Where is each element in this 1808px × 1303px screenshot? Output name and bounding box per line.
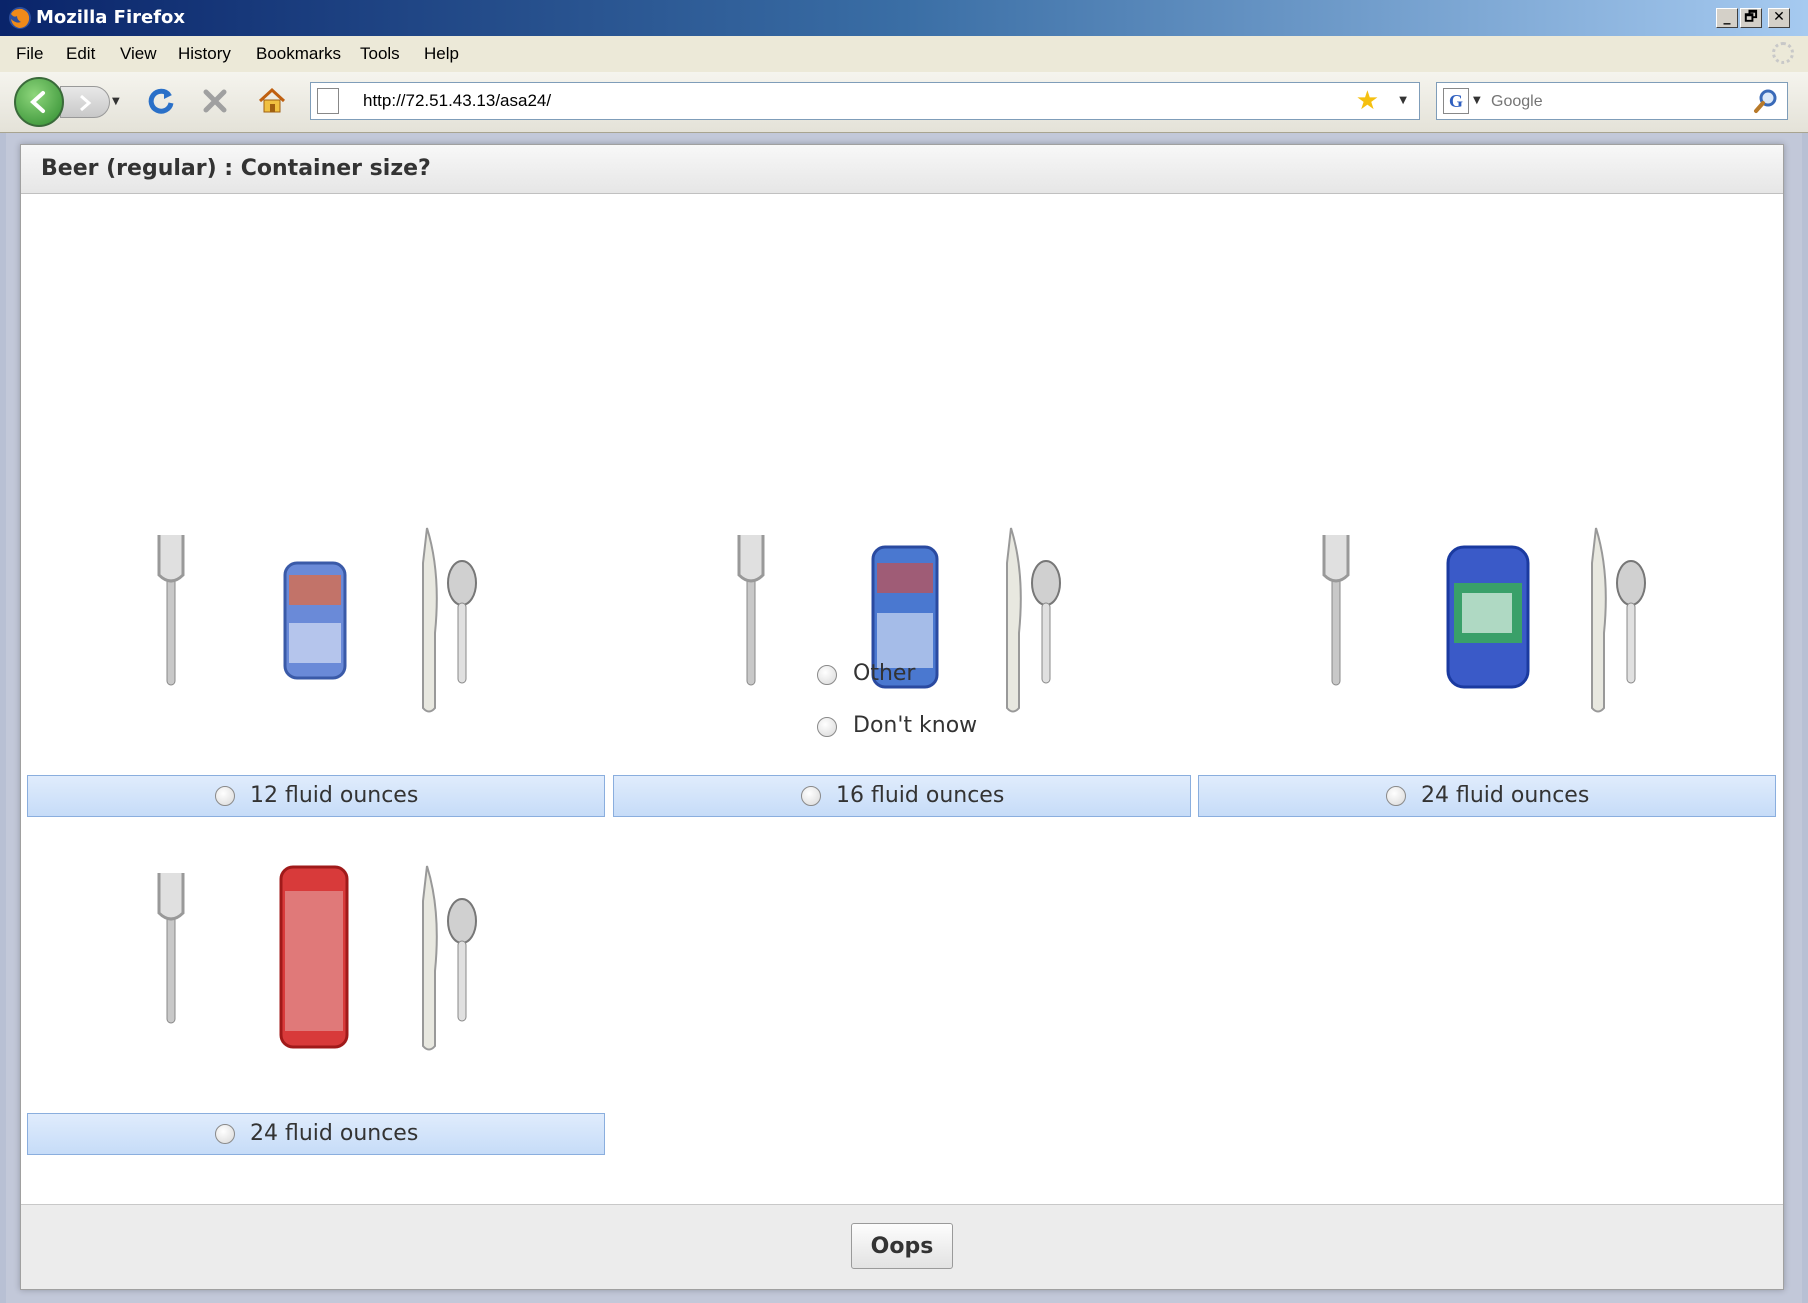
forward-arrow-icon (80, 94, 92, 112)
container-image-24oz-tall (157, 865, 477, 1051)
forward-button[interactable] (60, 86, 110, 118)
size-option-1[interactable]: 12 fluid ounces (27, 483, 607, 827)
container-image-12oz (157, 527, 477, 713)
question-dialog: Beer (regular) : Container size? 12 flui… (20, 144, 1784, 1290)
dialog-header: Beer (regular) : Container size? (21, 145, 1783, 194)
radio-button[interactable] (215, 1124, 235, 1144)
option-label: 12 fluid ounces (250, 783, 419, 808)
home-icon[interactable] (257, 86, 287, 116)
size-option-label-24oz-wide[interactable]: 24 fluid ounces (1198, 775, 1776, 817)
reload-icon[interactable] (146, 86, 176, 116)
knife-icon (1006, 527, 1022, 713)
spoon-icon (447, 560, 477, 684)
other-label: Other (853, 661, 916, 686)
radio-button[interactable] (817, 717, 837, 737)
size-option-3[interactable]: 24 fluid ounces (1198, 483, 1778, 827)
size-option-2[interactable]: 16 fluid ounces (613, 483, 1193, 827)
fork-icon (157, 873, 185, 1024)
navigation-toolbar: ▼ http://72.51.43.13/asa24/ ★ ▼ G ▼ (0, 72, 1808, 133)
menu-bar: File Edit View History Bookmarks Tools H… (0, 36, 1808, 73)
back-button[interactable] (14, 77, 64, 127)
option-label: 16 fluid ounces (836, 783, 1005, 808)
can-icon (279, 865, 349, 1049)
minimize-button[interactable]: _ (1716, 8, 1738, 28)
can-icon (283, 561, 347, 680)
knife-icon (1591, 527, 1607, 713)
search-engine-icon[interactable]: G (1443, 88, 1469, 114)
spoon-icon (1616, 560, 1646, 684)
stop-icon[interactable] (202, 88, 228, 114)
container-image-24oz-wide (1322, 527, 1646, 713)
fork-icon (1322, 535, 1350, 686)
search-bar[interactable]: G ▼ (1436, 82, 1788, 120)
menu-edit[interactable]: Edit (66, 44, 95, 64)
menu-file[interactable]: File (16, 44, 43, 64)
search-input[interactable] (1489, 89, 1743, 115)
size-option-label-12oz[interactable]: 12 fluid ounces (27, 775, 605, 817)
knife-icon (422, 865, 438, 1051)
url-dropdown-icon[interactable]: ▼ (1399, 95, 1407, 106)
search-engine-dropdown-icon[interactable]: ▼ (1473, 95, 1481, 106)
dont-know-label: Don't know (853, 713, 978, 738)
menu-tools[interactable]: Tools (360, 44, 400, 64)
option-label: 24 fluid ounces (250, 1121, 419, 1146)
fork-icon (737, 535, 765, 686)
radio-button[interactable] (215, 786, 235, 806)
oops-button[interactable]: Oops (851, 1223, 953, 1269)
dialog-footer: Oops (21, 1204, 1783, 1289)
window-title-bar: Mozilla Firefox _ 🗗 ✕ (0, 0, 1808, 36)
fork-icon (157, 535, 185, 686)
firefox-logo-icon (9, 7, 31, 29)
close-window-button[interactable]: ✕ (1768, 8, 1790, 28)
radio-button[interactable] (801, 786, 821, 806)
size-option-label-24oz-tall[interactable]: 24 fluid ounces (27, 1113, 605, 1155)
radio-button[interactable] (1386, 786, 1406, 806)
restore-button[interactable]: 🗗 (1740, 8, 1762, 28)
bookmark-star-icon[interactable]: ★ (1356, 87, 1379, 115)
history-dropdown-icon[interactable]: ▼ (112, 96, 120, 107)
size-option-label-16oz[interactable]: 16 fluid ounces (613, 775, 1191, 817)
url-text[interactable]: http://72.51.43.13/asa24/ (363, 91, 551, 111)
question-title: Beer (regular) : Container size? (41, 156, 431, 181)
menu-history[interactable]: History (178, 44, 231, 64)
activity-throbber-icon (1772, 42, 1794, 64)
spoon-icon (1031, 560, 1061, 684)
menu-view[interactable]: View (120, 44, 157, 64)
size-option-4[interactable]: 24 fluid ounces (27, 821, 607, 1165)
search-icon[interactable] (1753, 88, 1779, 114)
can-icon (1446, 545, 1530, 689)
back-arrow-icon (30, 91, 45, 113)
menu-help[interactable]: Help (424, 44, 459, 64)
spoon-icon (447, 898, 477, 1022)
radio-button[interactable] (817, 665, 837, 685)
page-icon (317, 88, 339, 114)
window-title: Mozilla Firefox (36, 7, 186, 28)
knife-icon (422, 527, 438, 713)
option-label: 24 fluid ounces (1421, 783, 1590, 808)
menu-bookmarks[interactable]: Bookmarks (256, 44, 341, 64)
address-bar[interactable]: http://72.51.43.13/asa24/ ★ ▼ (310, 82, 1420, 120)
